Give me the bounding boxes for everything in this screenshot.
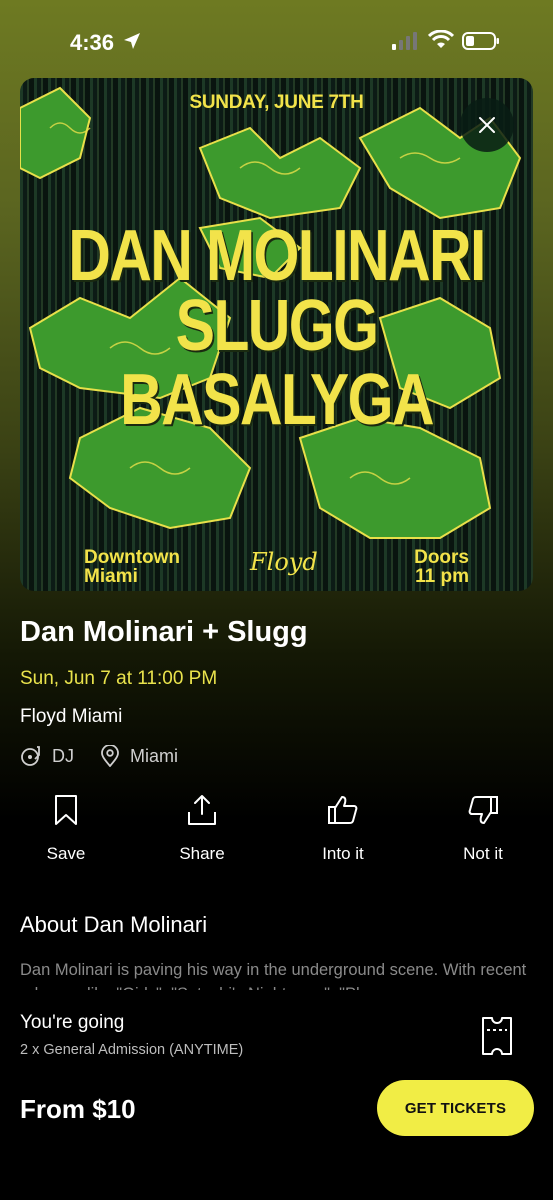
not-it-label: Not it	[463, 844, 503, 863]
event-title: Dan Molinari + Slugg	[20, 616, 308, 648]
status-bar: 4:36	[0, 0, 553, 80]
poster-artist-3: BASALYGA	[120, 360, 434, 440]
poster-location: Downtown Miami	[84, 548, 180, 586]
share-button[interactable]: Share	[147, 792, 257, 864]
tag-location-label: Miami	[130, 745, 178, 766]
poster-doors: Doors 11 pm	[414, 548, 469, 586]
get-tickets-button[interactable]: GET TICKETS	[377, 1080, 534, 1136]
location-pin-icon	[101, 745, 119, 767]
save-label: Save	[46, 844, 86, 863]
event-datetime: Sun, Jun 7 at 11:00 PM	[20, 668, 218, 689]
action-bar: Save Share Into it Not it	[0, 792, 553, 872]
share-icon	[188, 795, 216, 825]
share-label: Share	[179, 844, 225, 863]
tag-genre-label: DJ	[52, 745, 74, 766]
status-time: 4:36	[70, 30, 115, 55]
close-button[interactable]	[460, 98, 514, 152]
tag-location: Miami	[100, 745, 178, 767]
bookmark-icon	[55, 795, 77, 825]
battery-icon	[462, 32, 499, 50]
into-it-button[interactable]: Into it	[288, 792, 398, 864]
poster-doors-line2: 11 pm	[415, 566, 469, 587]
not-it-button[interactable]: Not it	[428, 792, 538, 864]
location-arrow-icon	[124, 33, 140, 49]
poster-doors-line1: Doors	[414, 547, 469, 568]
ticket-price: From $10	[20, 1094, 136, 1124]
thumbs-down-icon	[468, 796, 498, 824]
poster-brand-logo: Floyd	[250, 548, 318, 576]
event-poster-image: SUNDAY, JUNE 7TH DAN MOLINARI SLUGG BASA…	[20, 78, 533, 591]
ticket-icon[interactable]	[480, 1016, 514, 1056]
thumbs-up-icon	[328, 796, 358, 824]
into-it-label: Into it	[322, 844, 364, 863]
wifi-icon	[428, 30, 454, 48]
cellular-signal-icon	[392, 32, 417, 50]
poster-artist-2: SLUGG	[175, 286, 379, 366]
ticket-details: 2 x General Admission (ANYTIME)	[20, 1042, 244, 1058]
about-heading: About Dan Molinari	[20, 912, 208, 937]
poster-location-line1: Downtown	[84, 547, 181, 568]
poster-date: SUNDAY, JUNE 7TH	[189, 92, 364, 113]
close-icon	[479, 117, 495, 133]
poster-location-line2: Miami	[84, 566, 138, 587]
going-status: You're going	[20, 1012, 125, 1033]
tag-genre: DJ	[20, 745, 74, 767]
ticket-panel: You're going 2 x General Admission (ANYT…	[0, 990, 553, 1200]
poster-artist-1: DAN MOLINARI	[68, 216, 486, 296]
dj-icon	[21, 746, 40, 766]
event-tags: DJ Miami	[20, 744, 204, 768]
event-venue[interactable]: Floyd Miami	[20, 706, 122, 728]
save-button[interactable]: Save	[11, 792, 121, 864]
